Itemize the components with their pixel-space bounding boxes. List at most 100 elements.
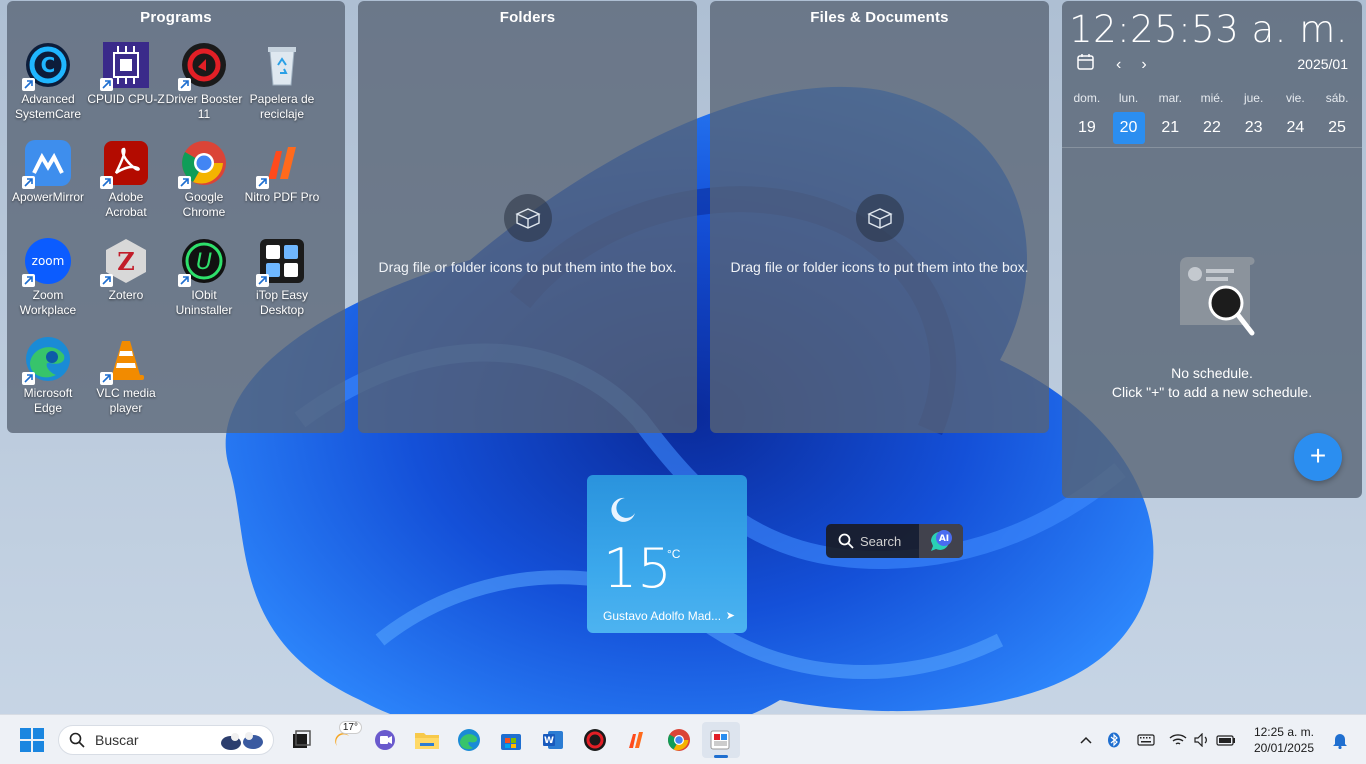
chrome-icon xyxy=(668,729,690,751)
shortcut-arrow-icon xyxy=(100,176,113,189)
shortcut-arrow-icon xyxy=(22,372,35,385)
edge-icon xyxy=(22,335,72,385)
program-apowermirror[interactable]: ApowerMirror xyxy=(9,139,87,205)
weather-taskbar-button[interactable]: 17° xyxy=(324,721,362,758)
apowermirror-icon xyxy=(22,139,72,189)
program-vlc[interactable]: VLC media player xyxy=(87,335,165,416)
weather-widget[interactable]: 15 °C Gustavo Adolfo Mad... ➤ xyxy=(587,475,747,633)
calendar-day-today[interactable]: lun. 20 xyxy=(1110,91,1148,144)
edge-taskbar-button[interactable] xyxy=(450,722,488,758)
program-itop-easy-desktop[interactable]: iTop Easy Desktop xyxy=(243,237,321,318)
add-schedule-button[interactable]: + xyxy=(1294,433,1342,481)
battery-icon[interactable] xyxy=(1212,734,1240,746)
day-number: 21 xyxy=(1161,119,1180,136)
ai-chat-button[interactable]: AI xyxy=(918,524,963,558)
notification-bell-icon[interactable] xyxy=(1326,731,1354,749)
chrome-taskbar-button[interactable] xyxy=(660,722,698,758)
task-view-button[interactable] xyxy=(282,722,320,758)
shortcut-arrow-icon xyxy=(22,274,35,287)
teams-button[interactable] xyxy=(366,722,404,758)
nitro-pdf-taskbar-button[interactable] xyxy=(618,722,656,758)
recycle-bin-icon xyxy=(258,41,306,89)
shortcut-arrow-icon xyxy=(100,78,113,91)
day-name: mié. xyxy=(1200,91,1224,105)
search-widget-label: Search xyxy=(860,533,902,549)
search-icon xyxy=(69,732,85,748)
program-cpuz[interactable]: CPUID CPU-Z xyxy=(87,41,165,107)
program-label: Zoom Workplace xyxy=(19,288,77,317)
search-highlight-birds-icon xyxy=(221,732,263,750)
bluetooth-icon[interactable] xyxy=(1100,732,1128,748)
file-explorer-button[interactable] xyxy=(408,722,446,758)
word-button[interactable]: W xyxy=(534,722,572,758)
svg-text:C: C xyxy=(41,53,56,77)
store-button[interactable] xyxy=(492,722,530,758)
program-label: Zotero xyxy=(108,288,144,302)
day-name: mar. xyxy=(1158,91,1182,105)
itop-easy-desktop-taskbar-button[interactable] xyxy=(702,722,740,758)
file-explorer-icon xyxy=(415,733,439,749)
program-zotero[interactable]: Z Zotero xyxy=(87,237,165,303)
taskbar: Buscar 17° W 12:25 a. m. 20/01/2025 xyxy=(0,714,1366,764)
shortcut-arrow-icon xyxy=(22,78,35,91)
shortcut-arrow-icon xyxy=(256,176,269,189)
program-nitro-pdf[interactable]: Nitro PDF Pro xyxy=(243,139,321,205)
zotero-icon: Z xyxy=(100,237,150,287)
folders-empty-state: Drag file or folder icons to put them in… xyxy=(358,194,697,275)
program-label: Google Chrome xyxy=(182,190,226,219)
program-advanced-systemcare[interactable]: C Advanced SystemCare xyxy=(9,41,87,122)
driver-booster-icon xyxy=(178,41,228,91)
taskbar-apps: 17° W xyxy=(282,721,740,758)
fence-title-files: Files & Documents xyxy=(810,9,949,26)
svg-text:zoom: zoom xyxy=(32,254,65,268)
program-google-chrome[interactable]: Google Chrome xyxy=(165,139,243,220)
calendar-day[interactable]: vie. 24 xyxy=(1276,91,1314,144)
shortcut-arrow-icon xyxy=(100,274,113,287)
calendar-day[interactable]: dom. 19 xyxy=(1068,91,1106,144)
calendar-icon[interactable] xyxy=(1076,53,1096,76)
driver-booster-taskbar-button[interactable] xyxy=(576,722,614,758)
program-recycle-bin[interactable]: Papelera de reciclaje xyxy=(243,41,321,122)
calendar-day[interactable]: mié. 22 xyxy=(1193,91,1231,144)
keyboard-icon[interactable] xyxy=(1128,733,1164,746)
shortcut-arrow-icon xyxy=(178,274,191,287)
shortcut-arrow-icon xyxy=(22,176,35,189)
start-button[interactable] xyxy=(20,728,44,757)
shortcut-arrow-icon xyxy=(256,274,269,287)
calendar-day[interactable]: sáb. 25 xyxy=(1318,91,1356,144)
moon-icon xyxy=(611,497,635,522)
shortcut-arrow-icon xyxy=(178,78,191,91)
word-icon: W xyxy=(543,731,563,749)
fence-programs: Programs C Advanced SystemCare CPUID CPU… xyxy=(7,1,345,433)
calendar-nav: ‹ › xyxy=(1076,53,1147,76)
chevron-left-icon[interactable]: ‹ xyxy=(1116,56,1121,74)
program-driver-booster[interactable]: Driver Booster 11 xyxy=(165,41,243,122)
calendar-day[interactable]: mar. 21 xyxy=(1151,91,1189,144)
day-number: 24 xyxy=(1286,119,1305,136)
day-number: 25 xyxy=(1328,119,1346,136)
chevron-up-icon[interactable] xyxy=(1072,736,1100,744)
files-empty-text: Drag file or folder icons to put them in… xyxy=(730,259,1029,275)
no-schedule-text: No schedule. xyxy=(1171,365,1253,381)
taskbar-clock[interactable]: 12:25 a. m. 20/01/2025 xyxy=(1254,724,1314,756)
program-iobit-uninstaller[interactable]: U IObit Uninstaller xyxy=(165,237,243,318)
program-microsoft-edge[interactable]: Microsoft Edge xyxy=(9,335,87,416)
volume-icon[interactable] xyxy=(1192,732,1212,747)
chevron-right-icon[interactable]: › xyxy=(1141,56,1146,74)
search-widget[interactable]: Search AI xyxy=(826,524,963,558)
program-zoom[interactable]: zoom Zoom Workplace xyxy=(9,237,87,318)
itop-easy-desktop-icon xyxy=(256,237,306,287)
taskbar-search-box[interactable]: Buscar xyxy=(58,725,274,755)
calendar-week: dom. 19 lun. 20 mar. 21 mié. 22 jue. 23 vie. 2… xyxy=(1062,91,1362,144)
edge-icon xyxy=(458,729,480,751)
program-label: Papelera de reciclaje xyxy=(249,92,315,121)
wifi-icon[interactable] xyxy=(1164,733,1192,747)
program-label: Microsoft Edge xyxy=(23,386,73,415)
fence-folders: Folders Drag file or folder icons to put… xyxy=(358,1,697,433)
calendar-day[interactable]: jue. 23 xyxy=(1235,91,1273,144)
program-label: Adobe Acrobat xyxy=(105,190,147,219)
box-icon xyxy=(855,194,904,242)
search-widget-field[interactable]: Search xyxy=(826,533,919,549)
svg-text:W: W xyxy=(544,736,554,746)
program-adobe-acrobat[interactable]: Adobe Acrobat xyxy=(87,139,165,220)
